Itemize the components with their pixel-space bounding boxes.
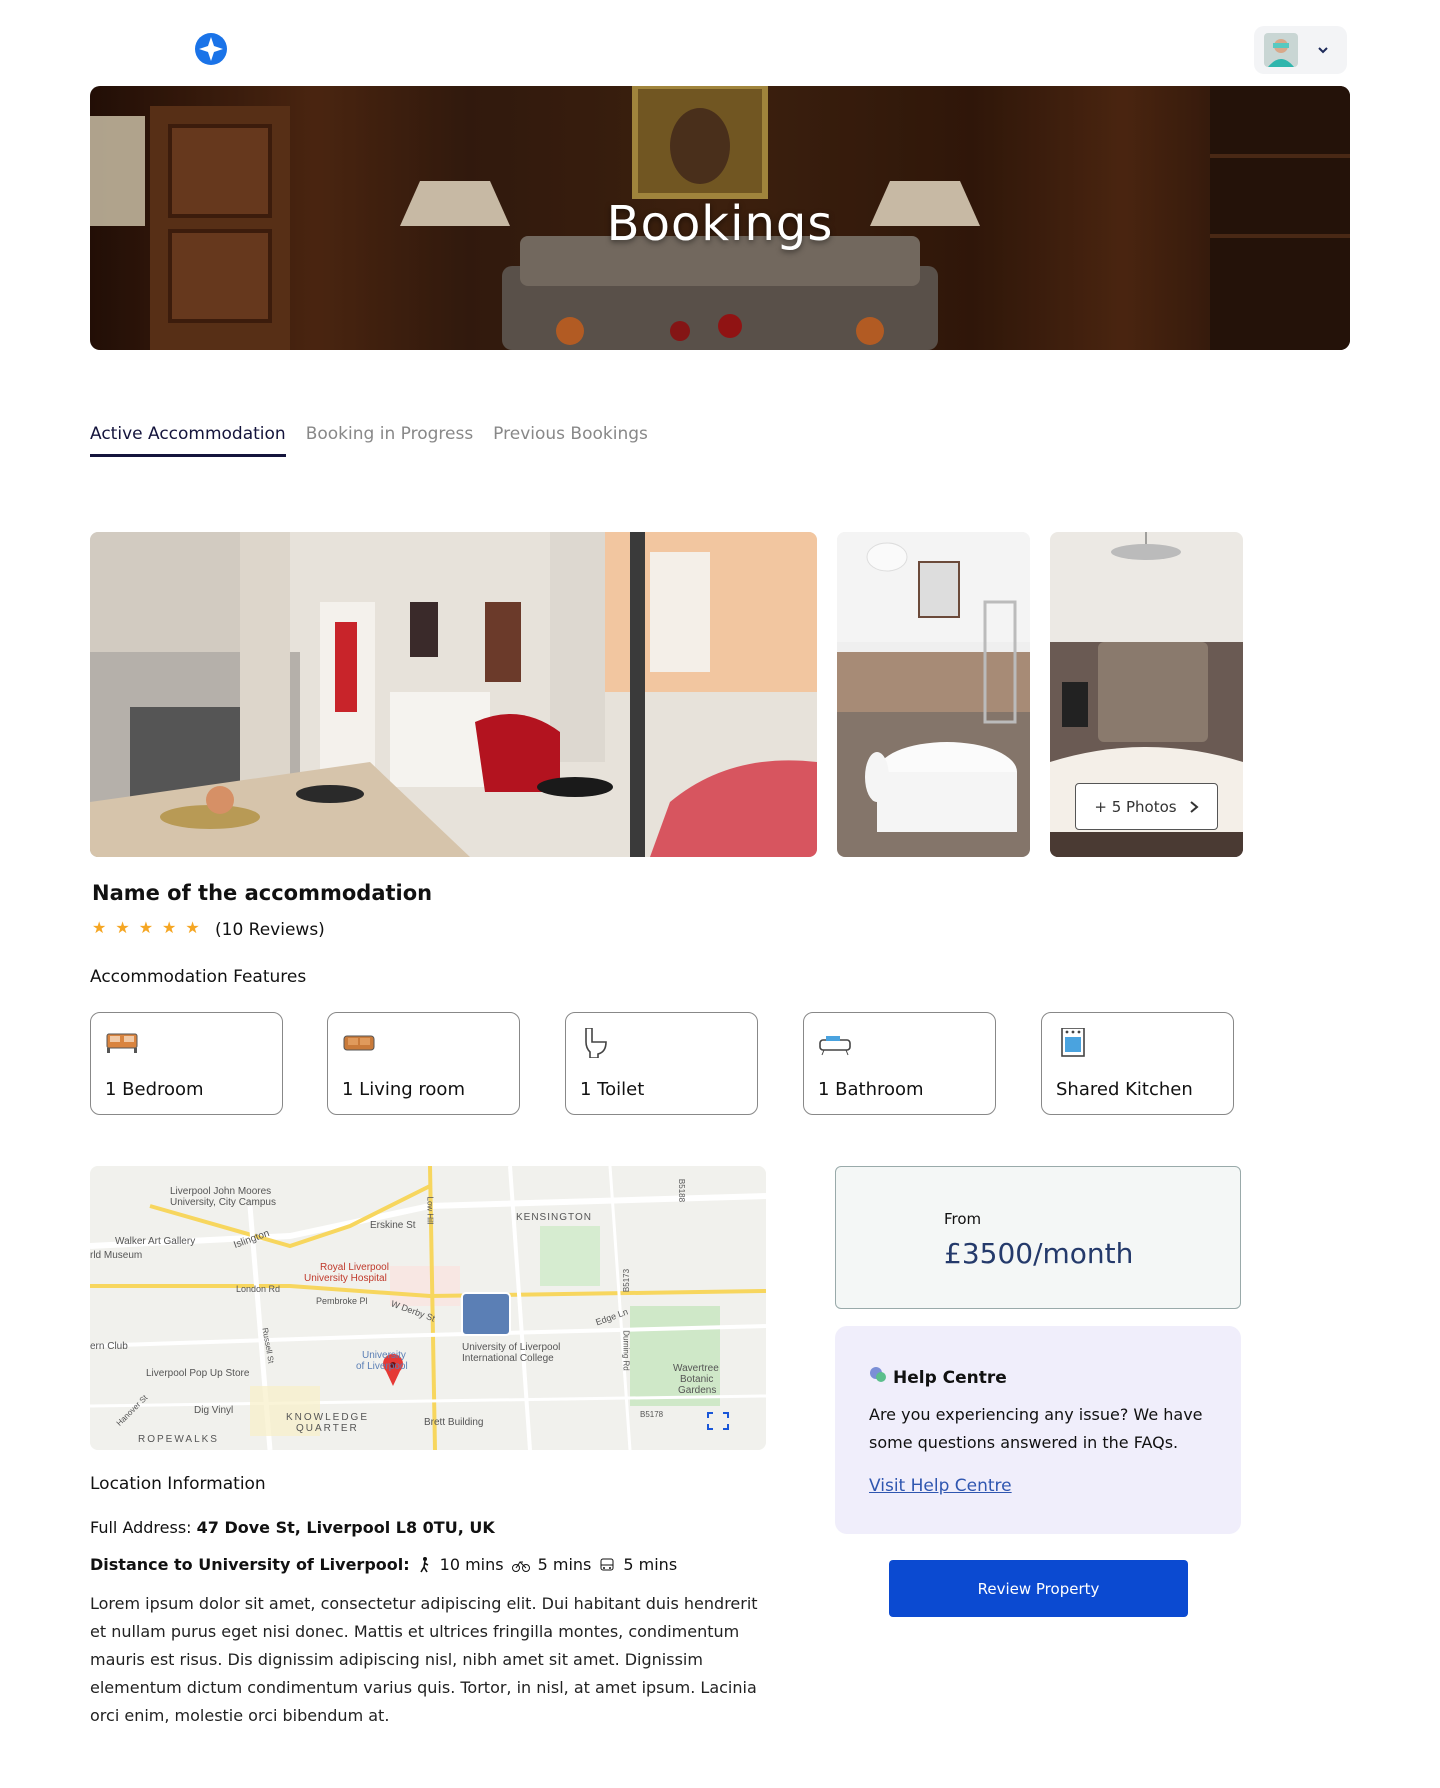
map-label: KENSINGTON [516, 1212, 592, 1223]
feature-label: 1 Bathroom [818, 1079, 924, 1100]
bus-time: 5 mins [623, 1555, 678, 1574]
reviews-count[interactable]: (10 Reviews) [215, 920, 325, 940]
bed-icon [106, 1033, 138, 1053]
feature-card: 1 Bathroom [803, 1012, 996, 1115]
star-icon: ★ [185, 920, 200, 937]
walking-icon [419, 1556, 428, 1572]
star-icon: ★ [138, 920, 154, 937]
feature-card: Shared Kitchen [1041, 1012, 1234, 1115]
photo-living-room[interactable] [90, 532, 817, 857]
star-icon: ★ [115, 920, 130, 937]
price-card: From £3500/month [835, 1166, 1241, 1309]
review-property-button[interactable]: Review Property [889, 1560, 1188, 1617]
help-centre-card: Help Centre Are you experiencing any iss… [835, 1326, 1241, 1534]
feature-label: 1 Toilet [580, 1079, 645, 1100]
sofa-icon [343, 1035, 375, 1051]
map-label: B5173 [622, 1268, 632, 1293]
page-title: Bookings [606, 196, 834, 252]
map-label: University of Liverpool [462, 1342, 561, 1353]
fullscreen-icon[interactable] [707, 1412, 729, 1430]
feature-label: 1 Bedroom [105, 1079, 204, 1100]
bathtub-icon [819, 1036, 851, 1056]
map-label: of Liverpool [356, 1361, 408, 1372]
more-photos-button[interactable]: + 5 Photos [1075, 783, 1218, 830]
avatar [1264, 33, 1298, 67]
map-label: University [362, 1350, 406, 1361]
address-label: Full Address: [90, 1518, 197, 1537]
map-label: B5178 [640, 1410, 664, 1419]
booking-tabs: Active Accommodation Booking in Progress… [90, 424, 648, 457]
walk-time: 10 mins [439, 1555, 504, 1574]
oven-icon [1061, 1028, 1085, 1057]
visit-help-centre-link[interactable]: Visit Help Centre [869, 1476, 1012, 1496]
logo-icon[interactable] [194, 32, 228, 66]
feature-label: Shared Kitchen [1056, 1079, 1193, 1100]
bike-time: 5 mins [537, 1555, 592, 1574]
more-photos-label: + 5 Photos [1094, 797, 1177, 816]
map-label: ern Club [90, 1341, 128, 1352]
chat-icon [870, 1367, 886, 1382]
map-label: QUARTER [296, 1423, 359, 1434]
address-value: 47 Dove St, Liverpool L8 0TU, UK [196, 1518, 495, 1537]
map-label: Liverpool John Moores [170, 1186, 272, 1197]
map-label: Erskine St [370, 1220, 416, 1231]
tab-booking-in-progress[interactable]: Booking in Progress [306, 424, 473, 457]
map-label: Pembroke Pl [316, 1296, 368, 1306]
star-icon: ★ [162, 920, 177, 937]
location-description: Lorem ipsum dolor sit amet, consectetur … [90, 1594, 758, 1725]
map-label: Durning Rd [621, 1330, 631, 1371]
map-label: Liverpool Pop Up Store [146, 1368, 250, 1379]
map-label: Walker Art Gallery [115, 1236, 196, 1247]
help-text: Are you experiencing any issue? We have … [869, 1405, 1203, 1452]
map-label: London Rd [236, 1284, 281, 1294]
feature-card: 1 Living room [327, 1012, 520, 1115]
user-menu[interactable] [1254, 26, 1347, 74]
map-label: Royal Liverpool [320, 1262, 389, 1273]
chevron-down-icon [1318, 47, 1328, 54]
bus-icon [600, 1558, 614, 1570]
accommodation-name: Name of the accommodation [92, 881, 433, 905]
tab-active-accommodation[interactable]: Active Accommodation [90, 424, 286, 457]
map-label: Low Hill [425, 1196, 435, 1225]
tab-previous-bookings[interactable]: Previous Bookings [493, 424, 648, 457]
star-rating: ★ ★ ★ ★ ★ [92, 918, 200, 938]
location-map[interactable]: Liverpool John Moores University, City C… [90, 1166, 766, 1450]
map-label: ROPEWALKS [138, 1434, 219, 1445]
map-label: KNOWLEDGE [286, 1412, 370, 1423]
map-label: rld Museum [90, 1250, 143, 1261]
price-value: £3500/month [944, 1237, 1134, 1270]
help-title: Help Centre [893, 1368, 1007, 1388]
full-address: Full Address: 47 Dove St, Liverpool L8 0… [90, 1518, 495, 1537]
map-label: University Hospital [304, 1273, 387, 1284]
map-label: B5188 [677, 1178, 687, 1203]
location-title: Location Information [90, 1474, 266, 1494]
features-title: Accommodation Features [90, 967, 307, 987]
price-from-label: From [944, 1210, 982, 1228]
photo-bathroom[interactable] [837, 532, 1030, 857]
distance-row: Distance to University of Liverpool: 10 … [90, 1555, 677, 1574]
bicycle-icon [511, 1560, 530, 1572]
map-label: International College [462, 1353, 554, 1364]
map-label: Brett Building [424, 1417, 484, 1428]
toilet-icon [585, 1028, 607, 1058]
distance-label: Distance to University of Liverpool: [90, 1555, 410, 1574]
map-label: Botanic [680, 1374, 714, 1385]
map-label: Gardens [678, 1385, 717, 1396]
map-label: University, City Campus [170, 1197, 276, 1208]
star-icon: ★ [92, 920, 107, 937]
hero-banner: Bookings [90, 86, 1350, 350]
chevron-right-icon [1189, 800, 1199, 813]
feature-label: 1 Living room [342, 1079, 465, 1100]
map-label: Wavertree [673, 1363, 719, 1374]
feature-card: 1 Toilet [565, 1012, 758, 1115]
feature-card: 1 Bedroom [90, 1012, 283, 1115]
map-label: Dig Vinyl [194, 1405, 234, 1416]
